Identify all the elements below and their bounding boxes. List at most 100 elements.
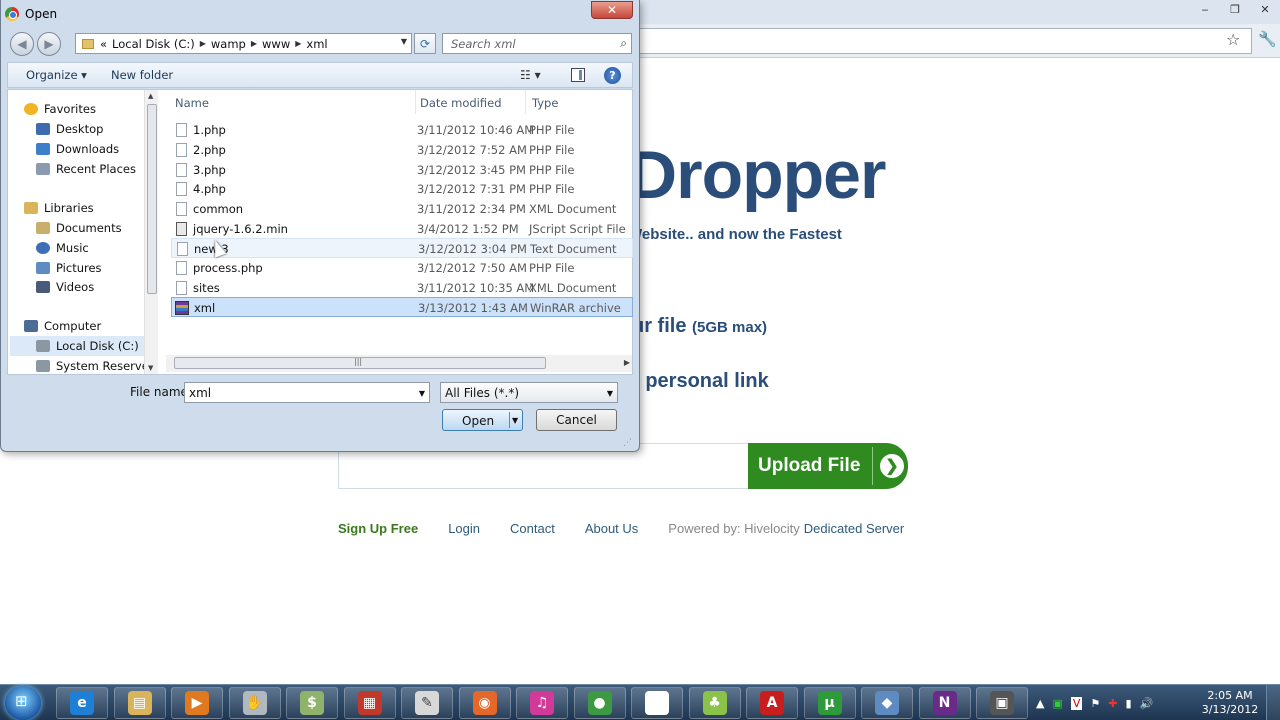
file-row[interactable]: sites 3/11/2012 10:35 AM XML Document xyxy=(171,278,633,298)
login-link[interactable]: Login xyxy=(448,521,480,536)
taskbar-itunes-app-button[interactable]: ♫ xyxy=(516,687,568,719)
help-icon[interactable]: ? xyxy=(604,67,621,84)
search-icon[interactable]: ⌕ xyxy=(620,36,627,51)
about-link[interactable]: About Us xyxy=(585,521,638,536)
nav-item-documents[interactable]: Documents xyxy=(36,218,122,238)
tray-app-icon[interactable]: V xyxy=(1070,696,1083,710)
scroll-up-icon[interactable]: ▲ xyxy=(148,92,153,100)
taskbar-media-player-button[interactable]: ▶ xyxy=(171,687,223,719)
chevron-down-icon[interactable]: ▼ xyxy=(419,389,425,398)
chevron-down-icon[interactable]: ▼ xyxy=(401,37,407,46)
breadcrumb-arrow-icon[interactable]: ▶ xyxy=(295,39,301,48)
breadcrumb-local-disk[interactable]: Local Disk (C:) xyxy=(112,37,195,51)
taskbar-onenote-button[interactable]: N xyxy=(918,687,971,719)
dedicated-server-link[interactable]: Dedicated Server xyxy=(804,521,904,536)
scroll-down-icon[interactable]: ▼ xyxy=(148,364,153,372)
close-button[interactable]: ✕ xyxy=(1250,0,1280,18)
breadcrumb-wamp[interactable]: wamp xyxy=(211,37,246,51)
taskbar-virtualbox-button[interactable]: ◆ xyxy=(861,687,913,719)
navigation-scrollbar[interactable]: ▲ ▼ xyxy=(144,90,158,374)
file-row[interactable]: new 3 3/12/2012 3:04 PM Text Document xyxy=(171,238,633,258)
search-input[interactable]: Search xml ⌕ xyxy=(442,33,632,54)
organize-menu[interactable]: Organize ▾ xyxy=(26,68,87,82)
back-button[interactable]: ◀ xyxy=(10,32,34,56)
tray-app-icon[interactable]: ▣ xyxy=(1052,697,1062,710)
nav-item-libraries[interactable]: Libraries xyxy=(24,198,94,218)
taskbar-hand-app-button[interactable]: ✋ xyxy=(228,687,281,719)
taskbar-explorer-button[interactable]: ▤ xyxy=(113,687,166,719)
chevron-down-icon[interactable]: ▼ xyxy=(512,416,518,425)
breadcrumb-arrow-icon[interactable]: ▶ xyxy=(200,39,206,48)
taskbar-money-app-button[interactable]: $ xyxy=(286,687,338,719)
forward-button[interactable]: ▶ xyxy=(37,32,61,56)
start-button[interactable] xyxy=(5,686,41,720)
file-row[interactable]: 1.php 3/11/2012 10:46 AM PHP File xyxy=(171,120,633,140)
tray-expand-icon[interactable]: ▲ xyxy=(1036,697,1044,710)
file-row[interactable]: 4.php 3/12/2012 7:31 PM PHP File xyxy=(171,179,633,199)
scrollbar-thumb[interactable] xyxy=(147,104,157,294)
nav-item-favorites[interactable]: Favorites xyxy=(24,99,96,119)
taskbar-chrome-button[interactable]: ● xyxy=(573,687,626,719)
nav-item-pictures[interactable]: Pictures xyxy=(36,258,102,278)
dialog-close-button[interactable]: ✕ xyxy=(591,1,633,19)
minimize-button[interactable]: ‒ xyxy=(1190,0,1220,18)
column-header-date[interactable]: Date modified xyxy=(420,96,502,110)
volume-icon[interactable]: 🔊 xyxy=(1140,697,1154,710)
taskbar-video-app-button[interactable]: ▣ xyxy=(976,687,1028,719)
taskbar-firefox-button[interactable]: ◉ xyxy=(458,687,511,719)
column-divider[interactable] xyxy=(525,90,526,114)
horizontal-scrollbar[interactable]: ||| ▶ xyxy=(166,355,632,372)
preview-pane-icon[interactable] xyxy=(571,68,585,82)
taskbar-internet-explorer-button[interactable]: e xyxy=(56,687,108,719)
address-bar[interactable]: « Local Disk (C:) ▶ wamp ▶ www ▶ xml ▼ xyxy=(75,33,412,54)
maximize-button[interactable]: ❐ xyxy=(1220,0,1250,18)
breadcrumb-www[interactable]: www xyxy=(262,37,290,51)
taskbar-utorrent-button[interactable]: μ xyxy=(803,687,856,719)
column-header-name[interactable]: Name xyxy=(175,96,209,110)
signup-link[interactable]: Sign Up Free xyxy=(338,521,418,536)
file-row[interactable]: 2.php 3/12/2012 7:52 AM PHP File xyxy=(171,140,633,160)
action-center-icon[interactable]: ⚑ xyxy=(1090,697,1100,710)
breadcrumb-arrow-icon[interactable]: ▶ xyxy=(251,39,257,48)
clock[interactable]: 2:05 AM 3/13/2012 xyxy=(1198,689,1262,717)
resize-grip-icon[interactable]: ⋰ xyxy=(623,438,632,448)
file-row[interactable]: process.php 3/12/2012 7:50 AM PHP File xyxy=(171,258,633,278)
file-row[interactable]: jquery-1.6.2.min 3/4/2012 1:52 PM JScrip… xyxy=(171,219,633,239)
nav-item-local-disk[interactable]: Local Disk (C:) xyxy=(10,336,144,356)
tray-app-icon[interactable]: ✚ xyxy=(1108,697,1117,710)
nav-item-recent-places[interactable]: Recent Places xyxy=(36,159,136,179)
nav-item-computer[interactable]: Computer xyxy=(24,316,101,336)
nav-item-music[interactable]: Music xyxy=(36,238,89,258)
omnibox[interactable] xyxy=(640,28,1252,54)
file-row-selected[interactable]: xml 3/13/2012 1:43 AM WinRAR archive xyxy=(171,297,633,317)
wrench-icon[interactable]: 🔧 xyxy=(1258,30,1277,48)
address-prefix[interactable]: « xyxy=(100,37,107,51)
upload-file-button[interactable]: Upload File ❯ xyxy=(748,443,908,489)
new-folder-button[interactable]: New folder xyxy=(111,68,173,82)
contact-link[interactable]: Contact xyxy=(510,521,555,536)
cancel-button[interactable]: Cancel xyxy=(536,409,617,431)
nav-item-desktop[interactable]: Desktop xyxy=(36,119,103,139)
file-type-select[interactable]: All Files (*.*) ▼ xyxy=(440,382,618,403)
network-icon[interactable]: ▮ xyxy=(1126,697,1132,710)
taskbar-blank-doc-button[interactable] xyxy=(631,687,683,719)
view-options-icon[interactable]: ☷ ▾ xyxy=(520,68,541,82)
breadcrumb-xml[interactable]: xml xyxy=(306,37,327,51)
nav-item-videos[interactable]: Videos xyxy=(36,277,94,297)
open-button[interactable]: Open ▼ xyxy=(442,409,523,431)
taskbar-android-button[interactable]: ♣ xyxy=(688,687,741,719)
column-header-type[interactable]: Type xyxy=(532,96,558,110)
refresh-button[interactable]: ⟳ xyxy=(414,33,436,54)
nav-item-system-reserved[interactable]: System Reserved xyxy=(36,356,146,374)
taskbar-unknown-app-button[interactable]: ▦ xyxy=(343,687,396,719)
bookmark-star-icon[interactable]: ☆ xyxy=(1226,30,1240,49)
file-row[interactable]: 3.php 3/12/2012 3:45 PM PHP File xyxy=(171,160,633,180)
taskbar-notepad-button[interactable]: ✎ xyxy=(401,687,453,719)
nav-item-downloads[interactable]: Downloads xyxy=(36,139,119,159)
column-divider[interactable] xyxy=(415,90,416,114)
taskbar-acrobat-button[interactable]: A xyxy=(746,687,798,719)
file-name-input[interactable]: xml ▼ xyxy=(184,382,430,403)
file-row[interactable]: common 3/11/2012 2:34 PM XML Document xyxy=(171,199,633,219)
show-desktop-button[interactable] xyxy=(1266,685,1280,720)
scroll-right-icon[interactable]: ▶ xyxy=(624,358,630,367)
